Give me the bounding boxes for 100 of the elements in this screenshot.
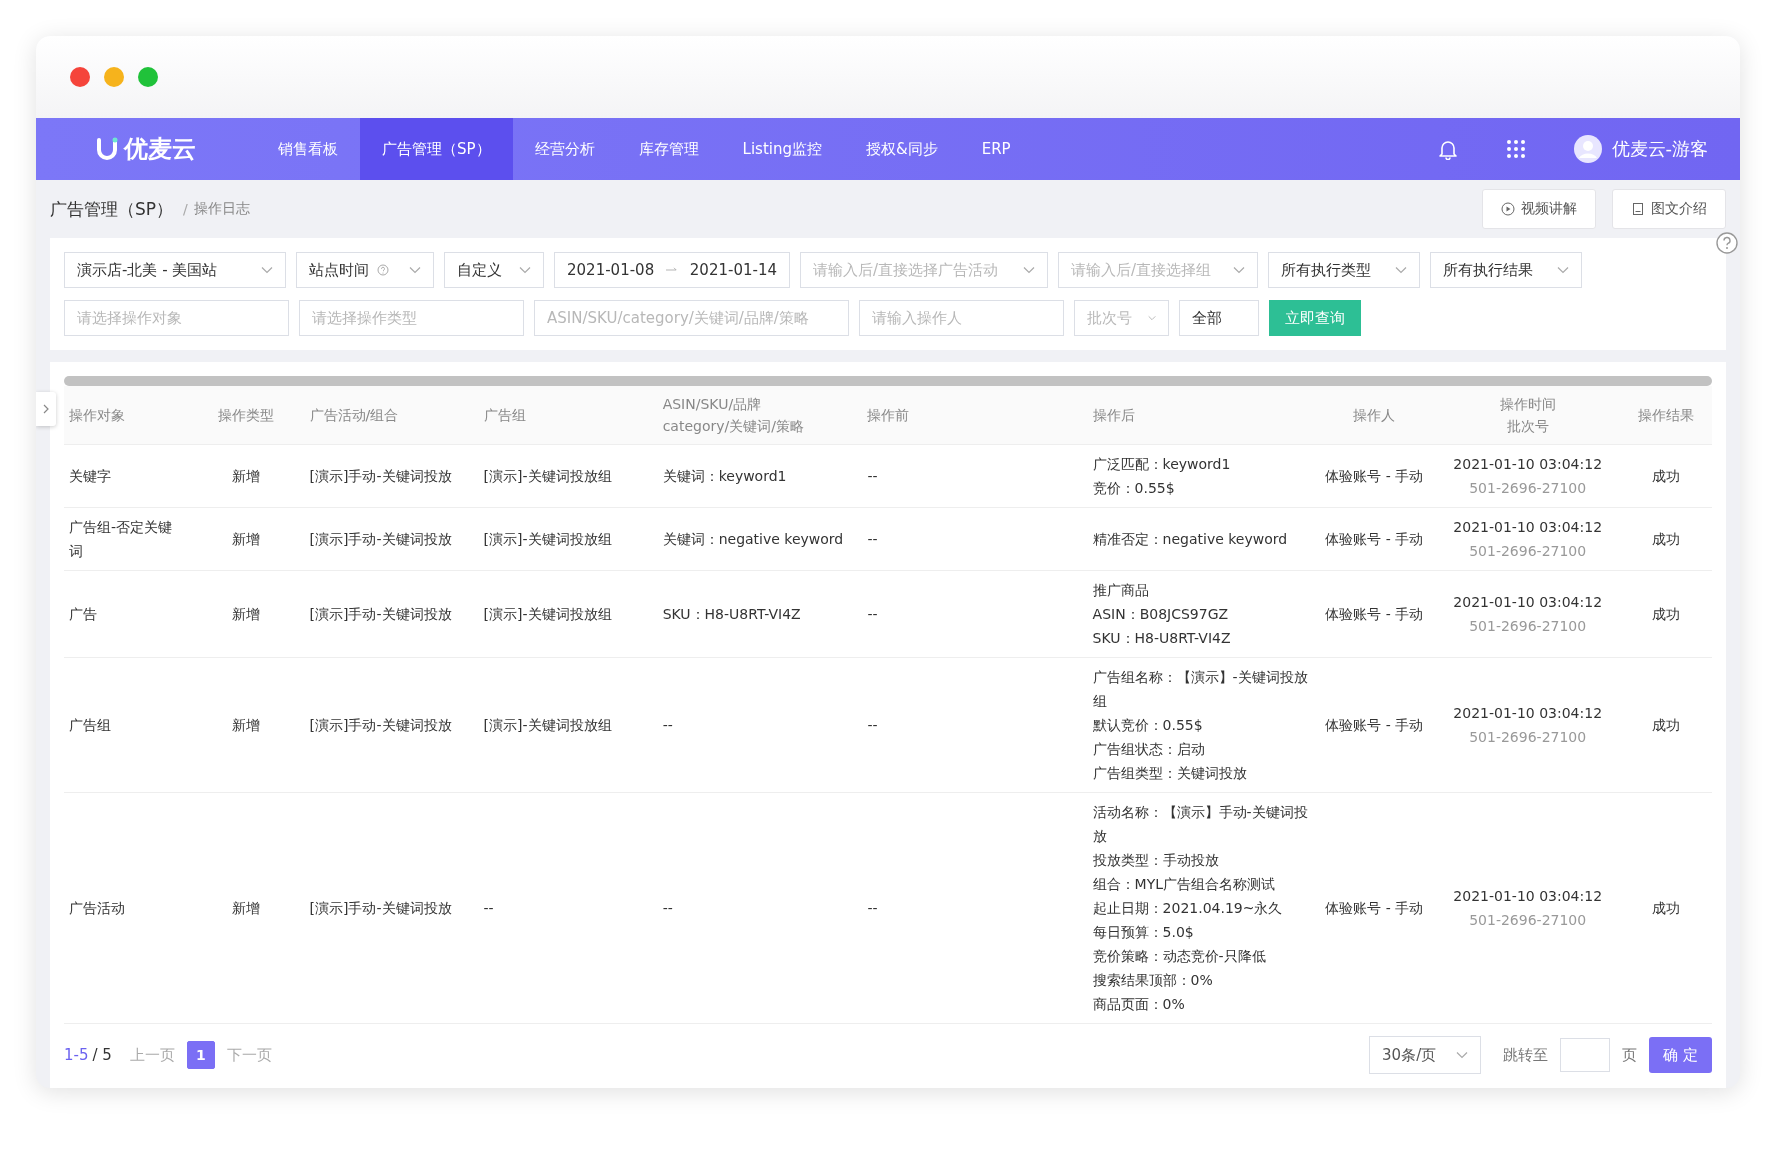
horizontal-scrollbar[interactable] xyxy=(64,376,1712,386)
nav-tab[interactable]: 授权&同步 xyxy=(844,118,960,180)
page-number[interactable]: 1 xyxy=(186,1041,215,1069)
page-input-field[interactable] xyxy=(1560,1038,1611,1072)
apps-grid-icon[interactable] xyxy=(1505,139,1526,159)
dropdown-field[interactable]: 批次号 xyxy=(1074,300,1169,336)
table-cell: -- xyxy=(478,792,658,1024)
table-cell: SKU：H8-U8RT-VI4Z xyxy=(657,570,863,658)
chevron-down-icon xyxy=(409,266,421,274)
time-text: 2021-01-10 03:04:12 xyxy=(1452,455,1604,474)
doc-guide-button[interactable]: 图文介绍 xyxy=(1612,189,1726,229)
search-button[interactable]: 立即查询 xyxy=(1269,300,1361,336)
table-cell: 新增 xyxy=(186,792,305,1024)
detail-line: 广告组名称：【演示】-关键词投放组 xyxy=(1092,668,1308,711)
time-text: 2021-01-10 03:04:12 xyxy=(1452,704,1604,723)
dropdown-field[interactable]: 请输入后/直接选择组 xyxy=(1058,252,1258,288)
next-page-link[interactable]: 下一页 xyxy=(226,1045,272,1065)
table-cell: [演示]-关键词投放组 xyxy=(478,570,658,658)
detail-line: 默认竞价：0.55$ xyxy=(1092,716,1204,735)
detail-line: 投放类型：手动投放 xyxy=(1092,851,1220,870)
detail-line: 竞价：0.55$ xyxy=(1092,479,1176,498)
table-cell: [演示]-关键词投放组 xyxy=(478,444,658,508)
input-field[interactable]: ASIN/SKU/category/关键词/品牌/策略 xyxy=(534,300,849,336)
dropdown-field[interactable]: 自定义 xyxy=(444,252,544,288)
dropdown-field[interactable]: 站点时间 xyxy=(296,252,434,288)
detail-line: 推广商品 xyxy=(1092,581,1150,600)
column-header: 操作对象 xyxy=(64,386,187,445)
nav-tab[interactable]: ERP xyxy=(959,118,1033,180)
table-cell: -- xyxy=(657,792,863,1024)
time-text: 2021-01-10 03:04:12 xyxy=(1452,887,1604,906)
chevron-down-icon xyxy=(1023,266,1035,274)
chevron-down-icon xyxy=(519,266,531,274)
dropdown-field[interactable]: 演示店-北美 - 美国站 xyxy=(64,252,286,288)
minimize-icon[interactable] xyxy=(104,67,124,87)
prev-page-link[interactable]: 上一页 xyxy=(129,1045,175,1065)
detail-line: 每日预算：5.0$ xyxy=(1092,923,1195,942)
nav-tab[interactable]: 销售看板 xyxy=(256,118,360,180)
nav-tab[interactable]: 广告管理（SP） xyxy=(360,118,513,180)
confirm-button[interactable]: 确 定 xyxy=(1649,1037,1712,1073)
dropdown-field[interactable]: 所有执行类型 xyxy=(1268,252,1420,288)
batch-number: 501-2696-27100 xyxy=(1468,542,1588,561)
page-size-dropdown[interactable]: 30条/页 xyxy=(1369,1036,1482,1074)
batch-number: 501-2696-27100 xyxy=(1468,479,1588,498)
page-total: / 5 xyxy=(92,1046,112,1064)
chevron-down-icon xyxy=(1148,314,1156,322)
user-name[interactable]: 优麦云-游客 xyxy=(1611,137,1708,161)
bell-icon[interactable] xyxy=(1437,138,1458,160)
table-cell: 新增 xyxy=(186,570,305,658)
column-header: 操作后 xyxy=(1087,386,1313,445)
table-cell: [演示]手动-关键词投放 xyxy=(304,657,479,793)
column-header: 操作类型 xyxy=(186,386,305,445)
batch-number: 501-2696-27100 xyxy=(1468,911,1588,930)
input-field[interactable]: 全部 xyxy=(1179,300,1259,336)
detail-line: 精准否定：negative keyword xyxy=(1092,530,1289,549)
nav-tab[interactable]: 经营分析 xyxy=(512,118,617,180)
table-cell: 体验账号 - 手动 xyxy=(1312,507,1436,571)
date-range-field[interactable]: 2021-01-08 2021-01-14 xyxy=(554,252,790,288)
jump-label: 跳转至 xyxy=(1503,1045,1549,1065)
input-field[interactable]: 请选择操作对象 xyxy=(64,300,289,336)
table-cell: 体验账号 - 手动 xyxy=(1312,657,1436,793)
nav-tab[interactable]: 库存管理 xyxy=(616,118,721,180)
table-cell: [演示]-关键词投放组 xyxy=(478,507,658,571)
close-icon[interactable] xyxy=(70,67,90,87)
column-header: ASIN/SKU/品牌 category/关键词/策略 xyxy=(657,386,863,445)
input-field[interactable]: 请输入操作人 xyxy=(859,300,1064,336)
chevron-down-icon xyxy=(1233,266,1245,274)
table-cell: -- xyxy=(862,570,1088,658)
column-header: 操作结果 xyxy=(1619,386,1712,445)
input-field[interactable]: 请选择操作类型 xyxy=(299,300,524,336)
expand-sidebar-button[interactable] xyxy=(36,392,56,426)
chevron-down-icon xyxy=(1456,1051,1469,1059)
maximize-icon[interactable] xyxy=(138,67,158,87)
table-cell: 体验账号 - 手动 xyxy=(1312,792,1436,1024)
time-text: 2021-01-10 03:04:12 xyxy=(1452,593,1604,612)
detail-line: 竞价策略：动态竞价-只降低 xyxy=(1092,947,1267,966)
breadcrumb-item[interactable]: 操作日志 xyxy=(193,200,250,218)
table-cell: 新增 xyxy=(186,444,305,508)
table-cell: 成功 xyxy=(1619,444,1712,508)
table-cell: [演示]手动-关键词投放 xyxy=(304,507,479,571)
table-cell: -- xyxy=(657,657,863,793)
brand-name: 优麦云 xyxy=(124,134,196,165)
dropdown-field[interactable]: 请输入后/直接选择广告活动 xyxy=(800,252,1048,288)
detail-line: 广告组类型：关键词投放 xyxy=(1092,764,1248,783)
table-cell: 广告组-否定关键词 xyxy=(64,507,187,571)
chevron-right-icon xyxy=(43,404,49,414)
detail-line: 起止日期：2021.04.19~永久 xyxy=(1092,899,1284,918)
column-header: 操作时间 批次号 xyxy=(1435,386,1620,445)
help-icon[interactable] xyxy=(1716,232,1738,254)
batch-number: 501-2696-27100 xyxy=(1468,728,1588,747)
avatar-icon[interactable] xyxy=(1573,135,1602,163)
table-cell: -- xyxy=(862,444,1088,508)
time-text: 2021-01-10 03:04:12 xyxy=(1452,518,1604,537)
play-icon xyxy=(1501,202,1515,216)
column-header: 操作人 xyxy=(1312,386,1436,445)
nav-tab[interactable]: Listing监控 xyxy=(720,118,844,180)
table-cell: 关键词：negative keyword xyxy=(657,507,863,571)
dropdown-field[interactable]: 所有执行结果 xyxy=(1430,252,1582,288)
table-cell: 广告 xyxy=(64,570,187,658)
video-guide-button[interactable]: 视频讲解 xyxy=(1482,189,1596,229)
page-unit-label: 页 xyxy=(1622,1045,1638,1065)
